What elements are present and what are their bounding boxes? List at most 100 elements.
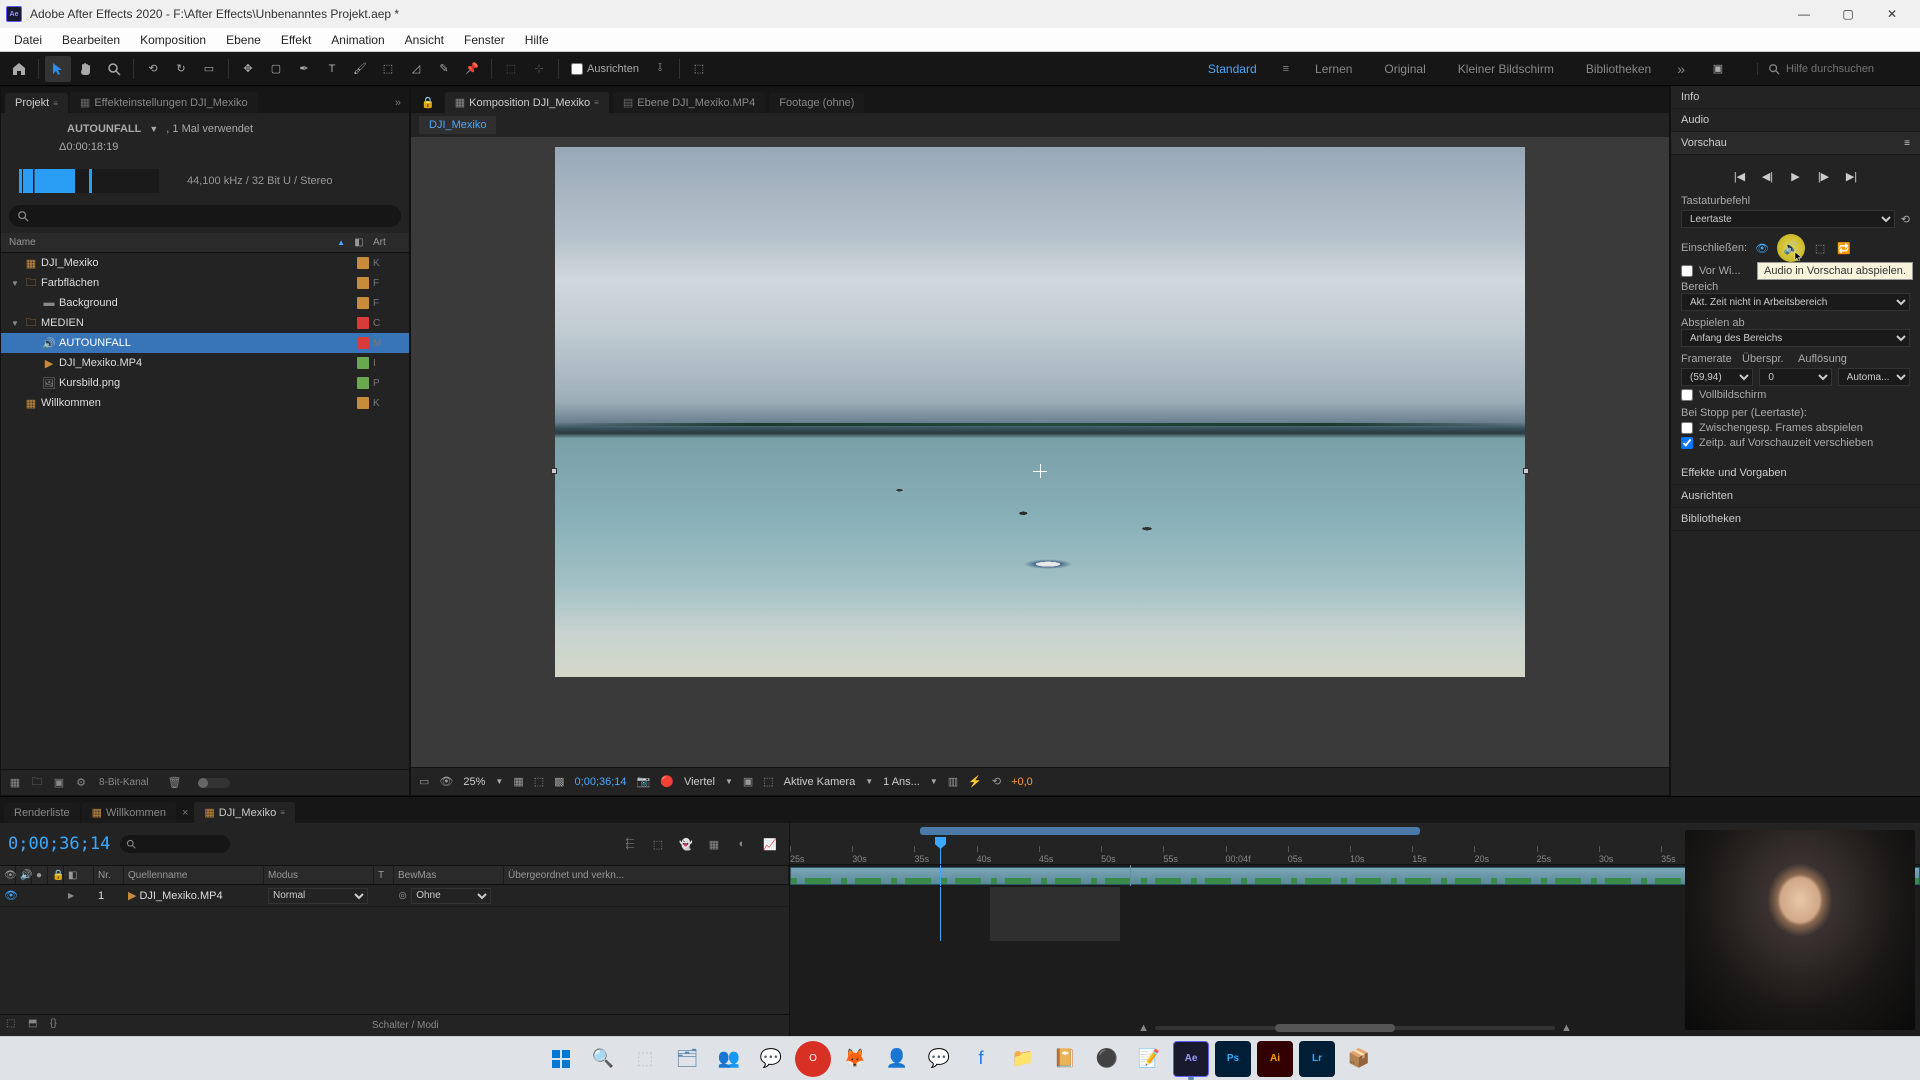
zoom-level[interactable]: 25% [463, 776, 485, 788]
timeline-layer-row[interactable]: 👁 ▶ 1 ▶DJI_Mexiko.MP4 Normal ⊚Ohne [0, 885, 789, 907]
col-name[interactable]: Name [1, 237, 337, 248]
maximize-button[interactable]: ▢ [1826, 0, 1870, 28]
label-swatch[interactable] [357, 377, 369, 389]
label-swatch[interactable] [357, 337, 369, 349]
col-video[interactable]: 👁 [0, 866, 16, 884]
project-item[interactable]: ▦DJI_MexikoK [1, 253, 409, 273]
tab-close-icon[interactable]: × [178, 803, 192, 823]
taskbar-whatsapp[interactable]: 💬 [753, 1041, 789, 1077]
exposure-value[interactable]: +0,0 [1011, 776, 1033, 788]
channel-icon[interactable]: 🔴 [660, 775, 674, 788]
help-search-input[interactable] [1786, 63, 1906, 75]
graph-editor-icon[interactable]: 📈 [759, 833, 781, 855]
footage-tab[interactable]: Footage (ohne) [769, 93, 864, 113]
col-t[interactable]: T [374, 866, 394, 884]
effects-panel-header[interactable]: Effekte und Vorgaben [1671, 462, 1920, 485]
shy-icon[interactable]: 👻 [675, 833, 697, 855]
orbit-tool[interactable]: ⟲ [140, 56, 166, 82]
col-type[interactable]: Art [369, 237, 409, 248]
project-item[interactable]: ▦WillkommenK [1, 393, 409, 413]
resolution-dropdown[interactable]: Viertel [684, 776, 715, 788]
project-settings-icon[interactable]: ⚙ [73, 775, 89, 791]
snapshot-icon[interactable]: 📷 [637, 775, 651, 788]
col-parent[interactable]: Übergeordnet und verkn... [504, 866, 789, 884]
layer-twirl-icon[interactable]: ▶ [68, 891, 74, 900]
col-number[interactable]: Nr. [94, 866, 124, 884]
last-frame-button[interactable]: ▶| [1843, 167, 1861, 185]
workspace-libraries[interactable]: Bibliotheken [1580, 58, 1657, 80]
project-item[interactable]: 🖼Kursbild.pngP [1, 373, 409, 393]
roi-icon[interactable]: ⬚ [534, 775, 544, 788]
taskbar-notepad[interactable]: 📝 [1131, 1041, 1167, 1077]
view-layout-dropdown[interactable]: Aktive Kamera [784, 776, 856, 788]
text-tool[interactable]: T [319, 56, 345, 82]
timeline-timecode[interactable]: 0;00;36;14 [8, 834, 110, 854]
motion-blur-icon[interactable]: ◐ [731, 833, 753, 855]
taskbar-lightroom[interactable]: Lr [1299, 1041, 1335, 1077]
label-swatch[interactable] [357, 397, 369, 409]
taskbar-messenger[interactable]: 💬 [921, 1041, 957, 1077]
puppet-tool[interactable]: 📌 [459, 56, 485, 82]
include-overlays-icon[interactable]: ⬚ [1811, 239, 1829, 257]
new-comp-icon[interactable]: ▣ [51, 775, 67, 791]
menu-animation[interactable]: Animation [321, 30, 394, 50]
workspace-menu-icon[interactable]: ≡ [1283, 63, 1289, 75]
layer-name[interactable]: DJI_Mexiko.MP4 [139, 890, 222, 902]
next-frame-button[interactable]: |▶ [1815, 167, 1833, 185]
zoom-in-icon[interactable]: ▲ [1561, 1022, 1572, 1034]
toggle-switches-icon[interactable]: ⬚ [6, 1018, 22, 1034]
minimize-button[interactable]: — [1782, 0, 1826, 28]
draft-3d-icon[interactable]: ⬚ [647, 833, 669, 855]
label-swatch[interactable] [357, 277, 369, 289]
bounding-box-icon[interactable]: ⬚ [686, 56, 712, 82]
comp-timeline-tab[interactable]: ▦DJI_Mexiko≡ [194, 802, 295, 823]
taskbar-photoshop[interactable]: Ps [1215, 1041, 1251, 1077]
info-panel-header[interactable]: Info [1671, 86, 1920, 109]
align-panel-header[interactable]: Ausrichten [1671, 485, 1920, 508]
label-swatch[interactable] [357, 357, 369, 369]
layer-tab[interactable]: ▤Ebene DJI_Mexiko.MP4 [613, 92, 765, 113]
pickwhip-icon[interactable]: ⊚ [398, 889, 407, 902]
num-views-dropdown[interactable]: 1 Ans... [883, 776, 920, 788]
comp-tab[interactable]: ▦Komposition DJI_Mexiko≡ [445, 92, 609, 113]
col-source[interactable]: Quellenname [124, 866, 264, 884]
comp-breadcrumb[interactable]: DJI_Mexiko [419, 116, 496, 134]
color-depth[interactable]: 8-Bit-Kanal [99, 777, 148, 788]
frame-blend-icon[interactable]: ▦ [703, 833, 725, 855]
taskbar-explorer[interactable]: 🗂 [669, 1041, 705, 1077]
project-tab[interactable]: Projekt≡ [5, 93, 68, 113]
pixel-aspect-icon[interactable]: ▥ [948, 775, 958, 788]
fast-preview-icon[interactable]: ▣ [743, 775, 753, 788]
trkmat-dropdown[interactable]: Ohne [411, 888, 491, 904]
help-search[interactable] [1757, 63, 1906, 75]
workspace-default[interactable]: Original [1378, 58, 1431, 80]
welcome-tab[interactable]: ▦Willkommen [82, 802, 176, 823]
play-cached-checkbox[interactable] [1681, 422, 1693, 434]
fast-draft-icon[interactable]: ⚡ [968, 775, 982, 788]
eraser-tool[interactable]: ◿ [403, 56, 429, 82]
work-area-bar[interactable] [920, 827, 1420, 835]
preview-res-dropdown[interactable]: Automa... [1838, 368, 1910, 386]
project-item[interactable]: ▼🗀FarbflächenF [1, 273, 409, 293]
timeline-sync-icon[interactable]: ⟲ [992, 775, 1001, 788]
menu-view[interactable]: Ansicht [395, 30, 454, 50]
workspace-overflow[interactable]: » [1677, 61, 1685, 77]
range-dropdown[interactable]: Akt. Zeit nicht in Arbeitsbereich [1681, 293, 1910, 311]
new-folder-icon[interactable]: 🗀 [29, 775, 45, 791]
play-button[interactable]: ▶ [1787, 167, 1805, 185]
taskbar-firefox[interactable]: 🦊 [837, 1041, 873, 1077]
always-preview-icon[interactable]: ▭ [419, 775, 429, 788]
loop-icon[interactable]: 🔁 [1835, 239, 1853, 257]
snapping-toggle[interactable]: Ausrichten [565, 63, 645, 75]
3d-view-icon[interactable]: ⬚ [763, 775, 773, 788]
fullscreen-checkbox[interactable] [1681, 389, 1693, 401]
menu-help[interactable]: Hilfe [515, 30, 559, 50]
project-search[interactable] [9, 205, 401, 227]
composition-viewer[interactable] [411, 137, 1669, 767]
anchor-point-icon[interactable] [1033, 464, 1047, 478]
col-audio[interactable]: 🔊 [16, 866, 32, 884]
transform-handle[interactable] [551, 468, 557, 474]
interpret-footage-icon[interactable]: ▦ [7, 775, 23, 791]
switches-modes-label[interactable]: Schalter / Modi [372, 1020, 439, 1031]
taskbar-files[interactable]: 📁 [1005, 1041, 1041, 1077]
